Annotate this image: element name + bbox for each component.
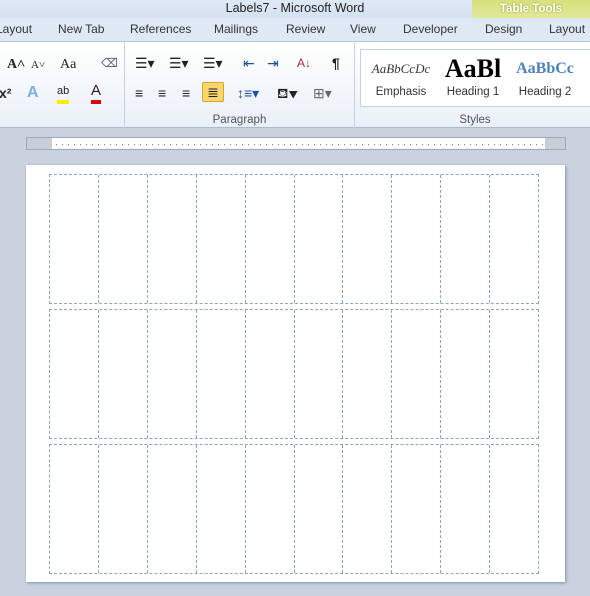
table-cell[interactable] [441, 175, 491, 303]
table-cell[interactable] [343, 175, 393, 303]
table-cell[interactable] [441, 445, 491, 573]
table-cell[interactable] [295, 310, 344, 438]
tab-mailings[interactable]: Mailings [214, 22, 258, 36]
table-row [49, 174, 539, 304]
tab-table-layout[interactable]: Layout [549, 22, 585, 36]
style-heading-1[interactable]: AaBl Heading 1 [437, 50, 509, 98]
table-cell[interactable] [50, 445, 99, 573]
styles-gallery: AaBbCcDc Emphasis AaBl Heading 1 AaBbCc Hea… [360, 49, 590, 107]
align-right-icon[interactable]: ≡ [182, 84, 190, 102]
line-spacing-icon[interactable]: ↕≡▾ [237, 84, 259, 102]
label-table[interactable] [49, 174, 539, 579]
align-center-icon[interactable]: ≡ [158, 84, 166, 102]
table-cell[interactable] [343, 310, 393, 438]
table-cell[interactable] [148, 310, 197, 438]
bullets-icon[interactable]: ☰▾ [135, 54, 155, 72]
text-effects-icon[interactable]: A [27, 84, 39, 102]
table-cell[interactable] [246, 175, 295, 303]
table-cell[interactable] [246, 310, 295, 438]
table-cell[interactable] [197, 175, 246, 303]
borders-icon[interactable]: ⊞▾ [313, 84, 332, 102]
clear-formatting-icon[interactable]: ⌫ [101, 54, 118, 72]
table-cell[interactable] [295, 445, 344, 573]
tab-layout[interactable]: Layout [0, 22, 32, 36]
show-formatting-icon[interactable]: ¶ [332, 54, 340, 72]
tab-review[interactable]: Review [286, 22, 325, 36]
shading-icon[interactable]: ⛾▾ [277, 84, 298, 102]
font-color-icon[interactable]: A [91, 82, 102, 104]
font-group: A˄ A˅ Aa ⌫ x² A ab A [0, 42, 125, 128]
multilevel-list-icon[interactable]: ☰▾ [203, 54, 223, 72]
table-cell[interactable] [50, 310, 99, 438]
tab-new-tab[interactable]: New Tab [58, 22, 104, 36]
change-case-icon[interactable]: Aa [60, 56, 76, 74]
increase-indent-icon[interactable]: ⇥ [267, 54, 279, 72]
table-cell[interactable] [197, 310, 246, 438]
table-cell[interactable] [50, 175, 99, 303]
highlight-icon[interactable]: ab [57, 82, 70, 104]
table-cell[interactable] [392, 175, 442, 303]
style-heading-2[interactable]: AaBbCc Heading 2 [509, 50, 581, 98]
styles-group-label: Styles [459, 114, 491, 126]
tab-references[interactable]: References [130, 22, 191, 36]
table-cell[interactable] [490, 445, 538, 573]
tab-view[interactable]: View [350, 22, 376, 36]
paragraph-group-label: Paragraph [212, 114, 267, 126]
ribbon: A˄ A˅ Aa ⌫ x² A ab A ☰▾ ☰▾ ☰▾ ⇤ ⇥ A↓ ¶ ≡… [0, 42, 590, 128]
table-row [49, 444, 539, 574]
decrease-indent-icon[interactable]: ⇤ [243, 54, 255, 72]
table-cell[interactable] [99, 310, 148, 438]
table-cell[interactable] [99, 175, 148, 303]
table-cell[interactable] [295, 175, 344, 303]
table-cell[interactable] [392, 445, 442, 573]
numbering-icon[interactable]: ☰▾ [169, 54, 189, 72]
horizontal-ruler[interactable] [26, 137, 566, 150]
superscript-icon[interactable]: x² [0, 84, 11, 102]
table-cell[interactable] [148, 175, 197, 303]
table-cell[interactable] [343, 445, 393, 573]
grow-font-icon[interactable]: A˄ [7, 56, 25, 74]
ribbon-tabs: Layout New Tab References Mailings Revie… [0, 18, 590, 42]
style-emphasis[interactable]: AaBbCcDc Emphasis [365, 50, 437, 98]
table-cell[interactable] [197, 445, 246, 573]
document-page[interactable] [26, 165, 565, 582]
tab-developer[interactable]: Developer [403, 22, 458, 36]
table-cell[interactable] [99, 445, 148, 573]
paragraph-group: ☰▾ ☰▾ ☰▾ ⇤ ⇥ A↓ ¶ ≡ ≡ ≡ ≣ ↕≡▾ ⛾▾ ⊞▾ Para… [125, 42, 355, 128]
table-row [49, 309, 539, 439]
shrink-font-icon[interactable]: A˅ [31, 56, 45, 74]
table-cell[interactable] [246, 445, 295, 573]
table-cell[interactable] [441, 310, 491, 438]
table-cell[interactable] [490, 310, 538, 438]
sort-icon[interactable]: A↓ [297, 54, 311, 72]
align-left-icon[interactable]: ≡ [135, 84, 143, 102]
table-cell[interactable] [148, 445, 197, 573]
table-cell[interactable] [490, 175, 538, 303]
tab-design[interactable]: Design [485, 22, 522, 36]
table-cell[interactable] [392, 310, 442, 438]
justify-icon[interactable]: ≣ [202, 82, 224, 102]
